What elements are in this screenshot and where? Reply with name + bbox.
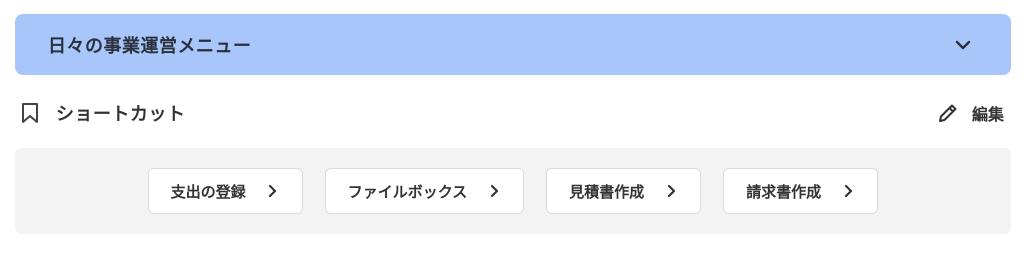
shortcut-title: ショートカット [56,104,186,125]
daily-operations-menu-toggle[interactable]: 日々の事業運営メニュー [15,14,1011,75]
shortcut-header: ショートカット 編集 [18,96,1004,130]
shortcut-button-file-box[interactable]: ファイルボックス [324,168,525,214]
shortcut-button-create-invoice[interactable]: 請求書作成 [723,168,879,214]
shortcut-button-expense-registration[interactable]: 支出の登録 [147,168,303,214]
chevron-right-icon [487,184,501,198]
chevron-right-icon [266,184,280,198]
edit-shortcuts-button[interactable]: 編集 [936,101,1004,125]
shortcut-button-create-estimate[interactable]: 見積書作成 [546,168,702,214]
shortcut-label: 支出の登録 [170,182,246,201]
chevron-right-icon [841,184,855,198]
shortcut-label: 見積書作成 [569,182,645,201]
edit-label: 編集 [971,105,1004,124]
shortcut-label: 請求書作成 [746,182,822,201]
shortcut-label: ファイルボックス [347,182,468,201]
chevron-right-icon [664,184,678,198]
menu-title: 日々の事業運営メニュー [48,35,252,57]
chevron-down-icon[interactable] [953,35,973,55]
shortcut-heading: ショートカット [18,100,186,126]
page: 日々の事業運営メニュー ショートカット 編集 支出の登録 ファイルボックス 見積… [0,0,1024,254]
bookmark-icon [18,101,42,125]
pencil-icon [936,101,960,125]
shortcut-panel: 支出の登録 ファイルボックス 見積書作成 請求書作成 [15,148,1011,234]
